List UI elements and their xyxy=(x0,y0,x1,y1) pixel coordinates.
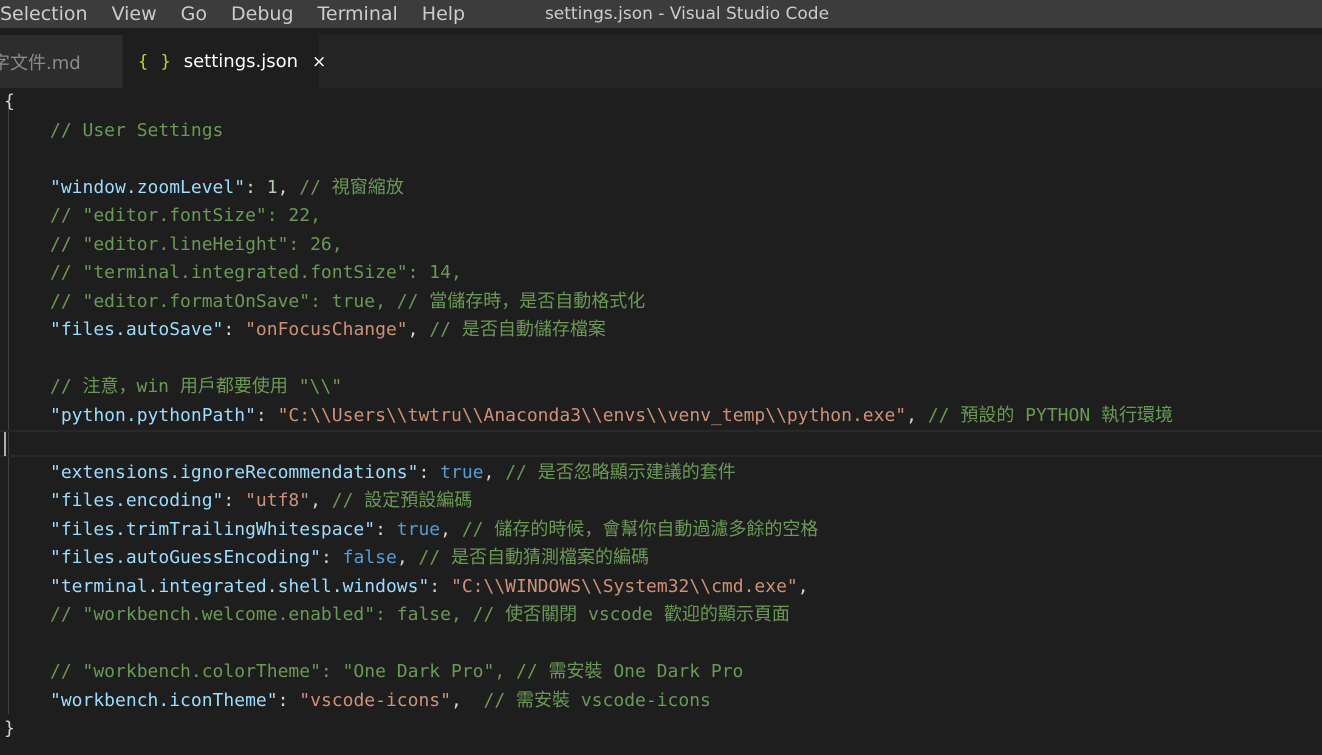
code-token: "C:\\Users\\twtru\\Anaconda3\\envs\\venv… xyxy=(277,404,907,426)
code-line: "terminal.integrated.shell.windows": "C:… xyxy=(50,573,809,602)
code-token: "window.zoomLevel" xyxy=(50,176,246,198)
close-icon[interactable]: × xyxy=(312,52,326,72)
code-token: // "editor.fontSize": 22, xyxy=(50,205,321,226)
code-token: true xyxy=(440,461,484,483)
code-line: "extensions.ignoreRecommendations": true… xyxy=(50,459,736,488)
code-line: "files.autoSave": "onFocusChange", // 是否… xyxy=(50,316,606,345)
code-line: "files.encoding": "utf8", // 設定預設編碼 xyxy=(50,487,472,516)
code-token: "utf8" xyxy=(245,490,311,511)
code-token: , xyxy=(310,490,332,511)
code-token: // 注意，win 用戶都要使用 "\\" xyxy=(50,376,343,397)
code-token: // "editor.formatOnSave": true, // 當儲存時，… xyxy=(50,290,646,312)
menu-terminal[interactable]: Terminal xyxy=(306,0,410,28)
code-token: "C:\\WINDOWS\\System32\\cmd.exe" xyxy=(450,575,798,597)
code-token: 1 xyxy=(266,176,278,198)
code-editor[interactable]: { // User Settings "window.zoomLevel": 1, … xyxy=(0,88,1322,755)
code-token: : xyxy=(223,490,246,511)
code-token: "files.autoSave" xyxy=(50,319,224,340)
tab-markdown-file[interactable]: 字文件.md xyxy=(0,35,122,88)
code-token: "files.trimTrailingWhitespace" xyxy=(50,518,376,540)
code-token: "onFocusChange" xyxy=(245,319,408,340)
title-bar: Selection View Go Debug Terminal Help se… xyxy=(0,0,1322,28)
code-token: : xyxy=(255,404,278,426)
code-token: // 是否忽略顯示建議的套件 xyxy=(505,461,736,483)
code-line: // "editor.formatOnSave": true, // 當儲存時，… xyxy=(50,288,645,317)
code-token: "extensions.ignoreRecommendations" xyxy=(50,461,419,483)
menu-bar: Selection View Go Debug Terminal Help xyxy=(0,0,477,28)
code-token: : xyxy=(320,547,343,568)
code-token: "terminal.integrated.shell.windows" xyxy=(50,575,430,597)
code-token: "workbench.iconTheme" xyxy=(50,689,278,711)
code-token: : xyxy=(277,689,300,711)
code-token: // 是否自動猜測檔案的編碼 xyxy=(418,547,650,568)
code-token: // 儲存的時候，會幫你自動過濾多餘的空格 xyxy=(461,518,819,540)
code-token: "files.autoGuessEncoding" xyxy=(50,547,321,568)
code-line: "workbench.iconTheme": "vscode-icons", /… xyxy=(50,687,711,716)
code-line: "window.zoomLevel": 1, // 視窗縮放 xyxy=(50,174,404,203)
code-line: // "workbench.welcome.enabled": false, /… xyxy=(50,601,790,630)
code-token: } xyxy=(4,718,15,739)
code-token: : xyxy=(245,176,267,198)
menu-selection[interactable]: Selection xyxy=(0,0,100,28)
code-token: , xyxy=(407,319,430,340)
code-token: , xyxy=(797,575,809,597)
code-token: : xyxy=(223,319,246,340)
code-line: // 注意，win 用戶都要使用 "\\" xyxy=(50,373,342,402)
code-token: // "workbench.colorTheme": "One Dark Pro… xyxy=(50,661,744,682)
text-cursor xyxy=(4,432,6,456)
code-token: : xyxy=(418,461,441,483)
code-line: } xyxy=(4,715,15,744)
menu-view[interactable]: View xyxy=(100,0,169,28)
code-token: false xyxy=(342,547,397,568)
code-token: , xyxy=(906,404,928,426)
code-token: , xyxy=(277,176,300,198)
code-line: // "editor.lineHeight": 26, xyxy=(50,231,343,260)
code-token: , xyxy=(483,461,506,483)
code-token: // "editor.lineHeight": 26, xyxy=(50,233,343,255)
indent-guide xyxy=(8,102,9,714)
tab-settings-json[interactable]: { } settings.json × xyxy=(123,35,326,88)
code-token: // "workbench.welcome.enabled": false, /… xyxy=(50,604,790,625)
code-token: "vscode-icons" xyxy=(299,689,451,711)
code-line: "files.autoGuessEncoding": false, // 是否自… xyxy=(50,544,649,573)
code-token: , xyxy=(440,518,462,540)
code-token: true xyxy=(396,518,441,540)
code-token: "python.pythonPath" xyxy=(50,404,256,426)
code-token: // 預設的 PYTHON 執行環境 xyxy=(927,404,1174,426)
menu-debug[interactable]: Debug xyxy=(219,0,305,28)
code-line: // "workbench.colorTheme": "One Dark Pro… xyxy=(50,658,743,687)
code-token: : xyxy=(429,575,451,597)
code-token: : xyxy=(375,518,397,540)
menu-help[interactable]: Help xyxy=(410,0,477,28)
code-line: // "editor.fontSize": 22, xyxy=(50,202,321,231)
code-token: // 需安裝 vscode-icons xyxy=(483,689,711,711)
code-token: "files.encoding" xyxy=(50,490,224,511)
code-token: { xyxy=(4,91,15,112)
code-line: { xyxy=(4,88,15,117)
code-line: "python.pythonPath": "C:\\Users\\twtru\\… xyxy=(50,402,1173,431)
code-line: "files.trimTrailingWhitespace": true, //… xyxy=(50,516,818,545)
code-line: // "terminal.integrated.fontSize": 14, xyxy=(50,259,462,288)
tab-label: 字文件.md xyxy=(0,52,81,74)
code-token: // "terminal.integrated.fontSize": 14, xyxy=(50,262,462,283)
code-token: // User Settings xyxy=(50,119,224,141)
code-line: // User Settings xyxy=(50,117,223,146)
code-token: // 設定預設編碼 xyxy=(331,490,473,511)
tab-label: settings.json xyxy=(183,51,299,72)
code-token: // 是否自動儲存檔案 xyxy=(429,319,606,340)
code-token: , xyxy=(396,547,419,568)
code-token: // 視窗縮放 xyxy=(299,176,404,198)
tab-bar: 字文件.md { } settings.json × xyxy=(0,35,1322,88)
code-token: , xyxy=(450,689,484,711)
menu-go[interactable]: Go xyxy=(169,0,219,28)
json-file-icon: { } xyxy=(138,51,172,72)
current-line-highlight xyxy=(0,430,1322,457)
